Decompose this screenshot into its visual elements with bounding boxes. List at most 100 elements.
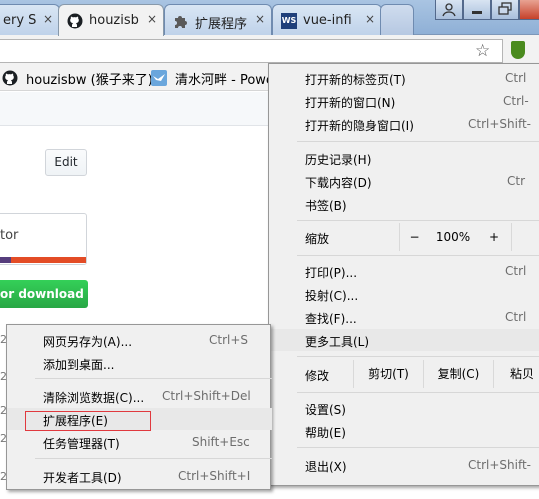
edit-label: 修改 [305,369,330,383]
language-bar-segment [0,257,11,263]
menu-item-edit: 修改 剪切(T) 复制(C) 粘贝 [269,360,539,388]
star-icon[interactable]: ☆ [475,41,490,61]
menu-separator [297,255,539,256]
menu-item-label: 帮助(E) [305,426,346,440]
submenu-item-add-to-desktop[interactable]: 添加到桌面... [7,352,272,374]
menu-item-shortcut: Ctrl [505,264,527,278]
menu-item-new-window[interactable]: 打开新的窗口(N) Ctrl- [269,90,539,112]
menu-item-history[interactable]: 历史记录(H) [269,147,539,169]
minimize-button[interactable] [463,0,491,20]
menu-separator [297,447,539,448]
menu-item-shortcut: Ctrl+Shift- [468,458,532,472]
github-icon [67,13,83,29]
menu-item-zoom: 缩放 − 100% + [269,223,539,251]
menu-item-shortcut: Ctrl+S [209,333,249,347]
fullscreen-button[interactable] [511,223,539,251]
menu-item-shortcut: Ctrl+Shift+I [178,469,251,483]
repo-header-strip [0,92,270,126]
menu-item-settings[interactable]: 设置(S) [269,397,539,419]
bookmark-label: houzisbw (猴子来了) [26,73,153,88]
clone-download-button[interactable]: or download ▾ [0,280,88,308]
tab-2-label: houzisb [89,13,139,28]
title-bar: ery S × houzisb × 扩展程序 × WS vue-infi × [0,0,539,36]
extension-shield-icon[interactable] [511,41,525,59]
submenu-item-task-manager[interactable]: 任务管理器(T) Shift+Esc [7,431,272,453]
close-icon[interactable]: × [147,12,157,26]
close-icon[interactable]: × [365,12,375,26]
tab-4[interactable]: WS vue-infi × [272,4,382,35]
restore-icon [498,2,512,15]
menu-item-label: 设置(S) [305,403,346,417]
more-tools-submenu: 网页另存为(A)... Ctrl+S 添加到桌面... 清除浏览数据(C)...… [6,324,272,490]
copy-button[interactable]: 复制(C) [423,360,493,388]
tab-1[interactable]: ery S × [0,4,60,35]
menu-separator [297,141,539,142]
zoom-level: 100% [435,230,471,244]
bookmark-houzisbw[interactable]: houzisbw (猴子来了) [2,69,153,88]
close-icon[interactable]: × [43,12,53,26]
menu-separator [35,378,272,379]
close-icon[interactable]: × [255,12,265,26]
menu-item-print[interactable]: 打印(P)... Ctrl [269,260,539,282]
menu-item-label: 历史记录(H) [305,153,372,167]
menu-item-shortcut: Ctrl- [503,94,529,108]
menu-separator [35,458,272,459]
submenu-item-clear-data[interactable]: 清除浏览数据(C)... Ctrl+Shift+Del [7,385,272,407]
submenu-item-devtools[interactable]: 开发者工具(D) Ctrl+Shift+I [7,465,272,487]
menu-item-downloads[interactable]: 下载内容(D) Ctr [269,170,539,192]
menu-item-new-tab[interactable]: 打开新的标签页(T) Ctrl [269,67,539,89]
submenu-item-save-page[interactable]: 网页另存为(A)... Ctrl+S [7,329,272,351]
menu-item-shortcut: Ctrl [505,71,527,85]
address-bar[interactable]: ☆ [0,39,503,63]
menu-item-label: 更多工具(L) [305,335,370,349]
menu-item-find[interactable]: 查找(F)... Ctrl [269,306,539,328]
menu-item-shortcut: Ctrl [505,310,527,324]
menu-item-incognito[interactable]: 打开新的隐身窗口(I) Ctrl+Shift- [269,113,539,135]
menu-separator [297,392,539,393]
edit-button[interactable]: Edit [45,149,87,176]
menu-item-label: 打开新的窗口(N) [305,96,396,110]
menu-item-label: 开发者工具(D) [43,471,122,485]
zoom-in-button[interactable]: + [477,223,511,251]
close-window-button[interactable] [519,0,539,20]
menu-item-cast[interactable]: 投射(C)... [269,283,539,305]
menu-item-shortcut: Shift+Esc [192,435,250,449]
bookmark-label: 清水河畔 - Powe [175,73,274,88]
menu-item-label: 查找(F)... [305,312,357,326]
tab-3[interactable]: 扩展程序 × [164,4,272,35]
download-label: or download [0,287,84,301]
menu-item-shortcut: Ctrl+Shift+Del [162,389,251,403]
user-button[interactable] [435,0,463,20]
menu-item-bookmarks[interactable]: 书签(B) [269,193,539,215]
menu-item-exit[interactable]: 退出(X) Ctrl+Shift- [269,454,539,476]
language-bar [0,257,86,263]
restore-button[interactable] [491,0,519,20]
tab-1-label: ery S [3,13,37,28]
about-fragment: tor [0,228,19,243]
paste-button[interactable]: 粘贝 [493,360,539,388]
menu-item-help[interactable]: 帮助(E) [269,420,539,442]
minimize-icon [472,11,482,14]
menu-item-label: 网页另存为(A)... [43,335,133,349]
highlight-annotation [25,411,151,431]
tab-2[interactable]: houzisb × [58,4,164,36]
ws-icon: WS [281,13,297,29]
tab-4-label: vue-infi [303,13,352,28]
bookmark-qingshuihepan[interactable]: 清水河畔 - Powe [151,69,276,88]
language-bar-segment [11,257,86,263]
menu-item-label: 下载内容(D) [305,176,372,190]
puzzle-icon [175,16,187,28]
menu-item-label: 退出(X) [305,460,347,474]
menu-item-label: 清除浏览数据(C)... [43,391,145,405]
user-icon [442,3,456,17]
menu-item-more-tools[interactable]: 更多工具(L) [269,329,539,351]
cut-button[interactable]: 剪切(T) [353,360,423,388]
zoom-out-button[interactable]: − [399,223,429,251]
menu-item-label: 书签(B) [305,199,347,213]
menu-item-label: 打开新的标签页(T) [305,73,406,87]
menu-item-shortcut: Ctr [507,174,526,188]
new-tab-button[interactable] [380,4,414,35]
menu-item-label: 打开新的隐身窗口(I) [305,119,414,133]
menu-separator [297,356,539,357]
github-icon [2,70,18,86]
